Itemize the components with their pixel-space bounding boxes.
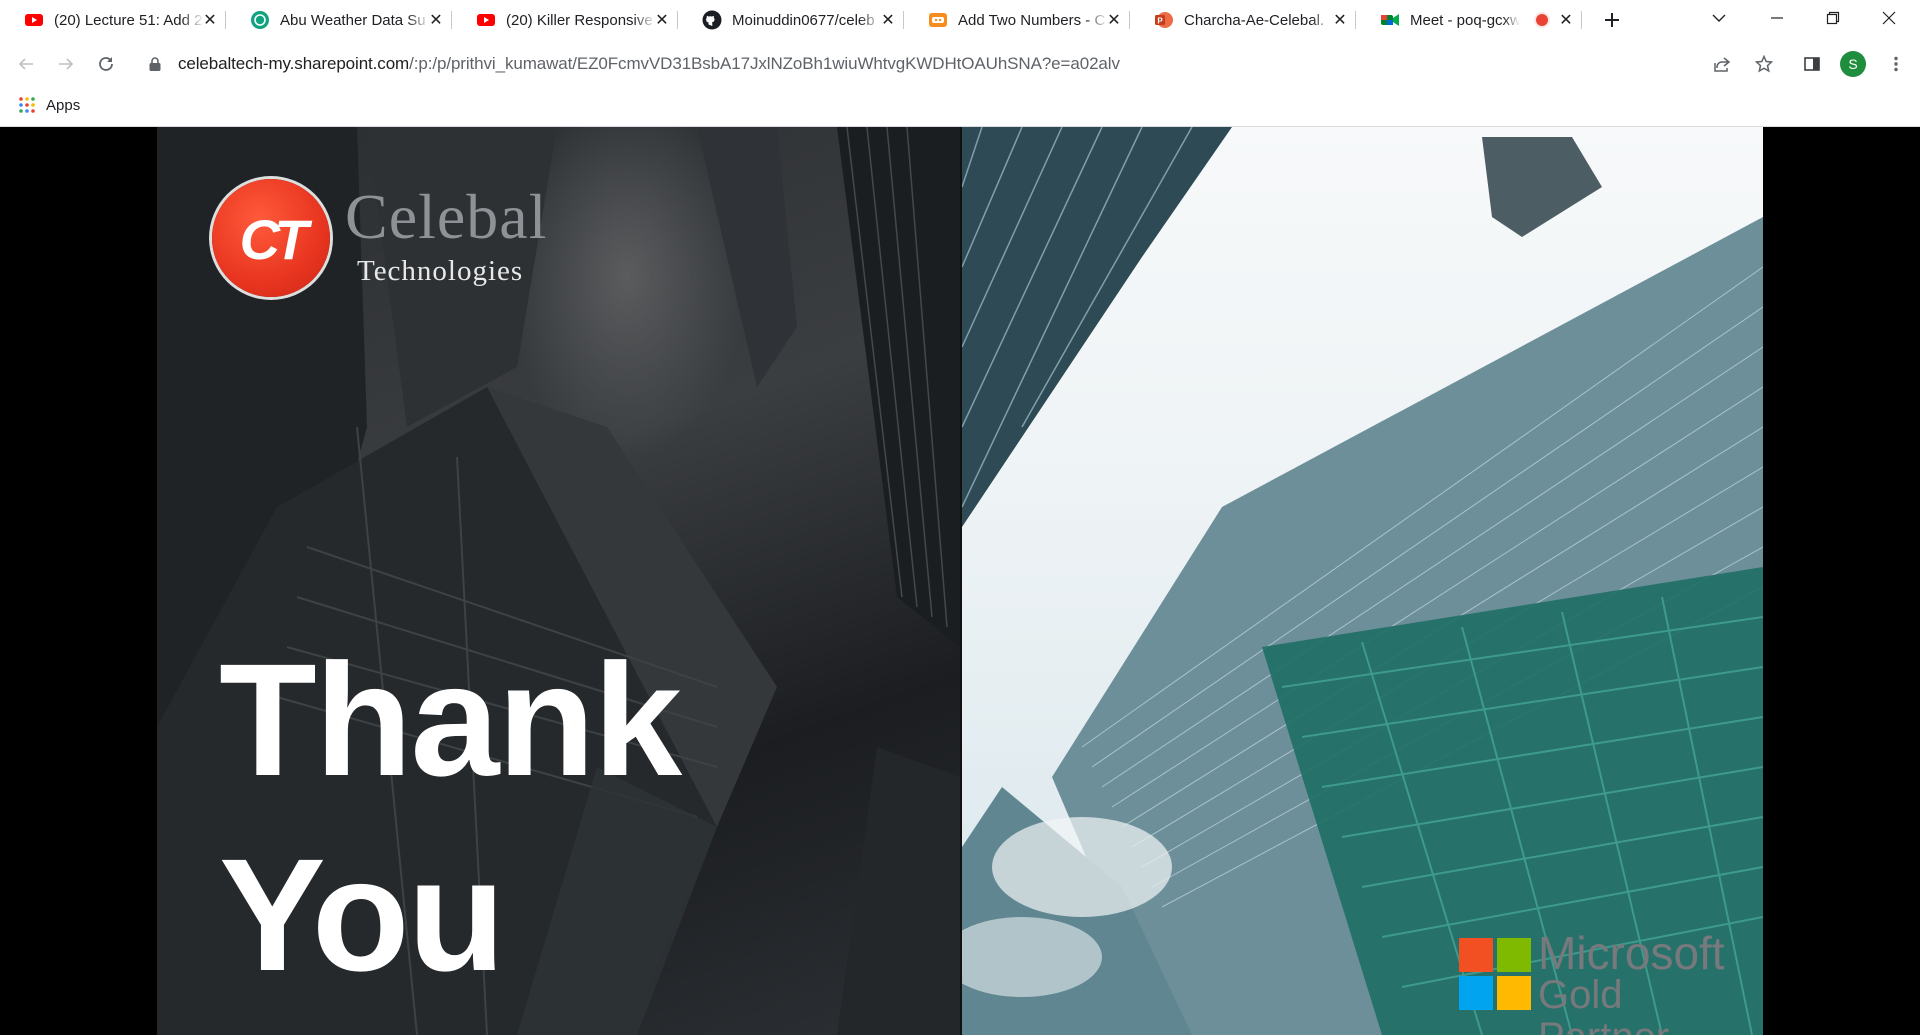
tab-separator [1581,11,1582,29]
chatgpt-icon [251,11,269,29]
close-icon[interactable]: ✕ [1330,10,1350,30]
tab-title: Moinuddin0677/celeb [732,11,875,29]
celebal-logo-mark: CT [212,179,330,297]
tab-title: Abu Weather Data Su [280,11,426,29]
tab-title: (20) Lecture 51: Add 2 [54,11,203,29]
tab-github[interactable]: Moinuddin0677/celeb ✕ [696,0,904,40]
tab-powerpoint[interactable]: P Charcha-Ae-Celebal. ✕ [1148,0,1356,40]
close-window-button[interactable] [1866,0,1912,36]
reload-icon [99,57,113,71]
tab-google-meet[interactable]: Meet - poq-gcxw ✕ [1374,0,1582,40]
url-text[interactable]: celebaltech-my.sharepoint.com/:p:/p/prit… [178,54,1120,74]
close-icon[interactable]: ✕ [652,10,672,30]
ms-square-red [1459,938,1493,972]
bookmarks-bar: Apps [0,88,1920,127]
youtube-icon [25,14,43,26]
url-domain: celebaltech-my.sharepoint.com [178,54,410,73]
tab-title: (20) Killer Responsive [506,11,653,29]
close-icon[interactable]: ✕ [200,10,220,30]
svg-text:P: P [1157,17,1163,26]
microsoft-logo-icon [1459,938,1531,1010]
share-icon [1714,57,1731,72]
tab-separator [225,11,226,29]
restore-icon [1826,11,1840,25]
tab-strip: (20) Lecture 51: Add 2 ✕ Abu Weather Dat… [0,0,1920,40]
side-panel-button[interactable] [1796,48,1828,80]
recording-indicator-icon [1534,12,1550,28]
lock-icon[interactable] [148,56,162,72]
heading-line-2: You [219,825,505,1004]
minimize-button[interactable] [1754,0,1800,36]
heading-line-1: Thank [219,630,682,809]
back-button[interactable] [10,48,42,80]
brand-subname: Technologies [357,255,524,287]
reload-button[interactable] [90,48,122,80]
partner-line-1: Microsoft [1538,927,1725,979]
tab-youtube-responsive[interactable]: (20) Killer Responsive ✕ [470,0,678,40]
slide-heading: Thank You [219,622,682,1012]
apps-label: Apps [46,96,81,114]
apps-grid-icon [19,97,35,113]
powerpoint-icon: P [1155,12,1173,28]
youtube-icon [477,14,495,26]
brand-name: Celebal [345,185,547,250]
github-icon [702,10,722,30]
forward-button[interactable] [50,48,82,80]
close-icon[interactable]: ✕ [1556,10,1576,30]
tab-title: Add Two Numbers - C [958,11,1106,29]
ms-square-green [1497,938,1531,972]
close-icon[interactable]: ✕ [878,10,898,30]
google-meet-icon [1381,14,1399,26]
star-icon [1755,55,1773,73]
partner-line-2: Gold Partner [1538,973,1669,1035]
new-tab-button[interactable] [1598,6,1626,34]
tab-title: Charcha-Ae-Celebal. [1184,11,1325,29]
plus-icon [1605,13,1619,27]
share-button[interactable] [1706,48,1738,80]
close-icon [1882,11,1896,25]
tab-separator [903,11,904,29]
close-icon[interactable]: ✕ [426,10,446,30]
tab-separator [677,11,678,29]
arrow-right-icon [59,58,74,70]
slide: CT Celebal Technologies Thank You Micros… [157,127,1763,1035]
kebab-menu-icon [1894,56,1898,72]
building-shapes-right [962,127,1763,1035]
logo-mark-text: CT [239,208,309,271]
url-path: /:p:/p/prithvi_kumawat/EZ0FcmvVD31BsbA17… [409,54,1120,73]
tab-youtube-lecture[interactable]: (20) Lecture 51: Add 2 ✕ [18,0,226,40]
bookmark-star-button[interactable] [1748,48,1780,80]
ms-square-yellow [1497,976,1531,1010]
browser-toolbar: celebaltech-my.sharepoint.com/:p:/p/prit… [0,40,1920,88]
side-panel-icon [1804,57,1820,71]
restore-button[interactable] [1810,0,1856,36]
close-icon[interactable]: ✕ [1104,10,1124,30]
address-bar[interactable]: celebaltech-my.sharepoint.com/:p:/p/prit… [136,44,1696,84]
tab-title: Meet - poq-gcxw [1410,11,1520,29]
tab-separator [1129,11,1130,29]
skyscraper-photo-left: CT Celebal Technologies Thank You [157,127,960,1035]
minimize-icon [1771,17,1783,19]
tab-chatgpt[interactable]: Abu Weather Data Su ✕ [244,0,452,40]
presentation-viewer[interactable]: CT Celebal Technologies Thank You Micros… [0,127,1920,1035]
tab-search-button[interactable] [1696,0,1742,36]
tab-codingninjas[interactable]: Add Two Numbers - C ✕ [922,0,1130,40]
tab-separator [451,11,452,29]
arrow-left-icon [18,58,33,70]
chevron-down-icon [1712,14,1726,22]
profile-avatar[interactable]: S [1840,51,1866,77]
tab-separator [1355,11,1356,29]
apps-bookmark[interactable]: Apps [18,96,80,114]
ms-square-blue [1459,976,1493,1010]
skyscraper-photo-right [962,127,1763,1035]
brand-name-text: Celebal [345,181,548,252]
codingninjas-icon [929,13,947,27]
browser-menu-button[interactable] [1880,48,1912,80]
